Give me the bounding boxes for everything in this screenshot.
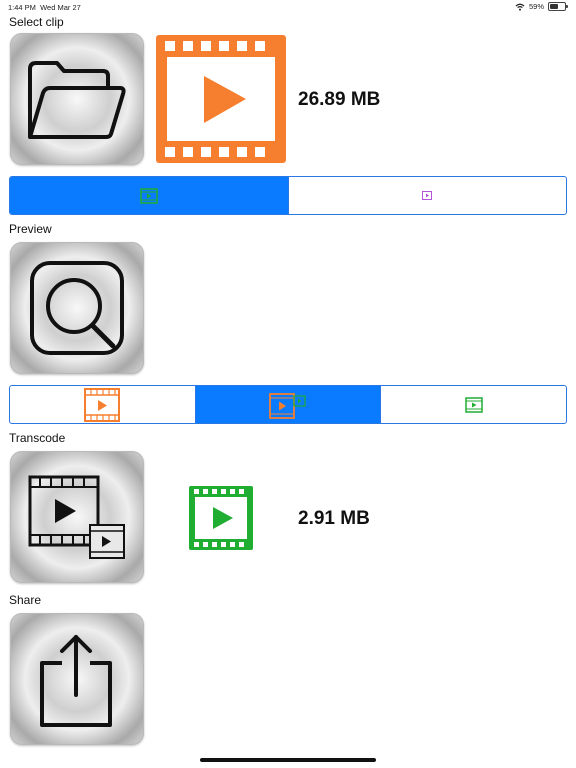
transcode-movie-icon <box>28 475 125 559</box>
movie-compare-icon <box>269 392 306 419</box>
status-right: 59% <box>515 2 568 11</box>
preview-label: Preview <box>9 222 52 236</box>
preview-mode-option-3[interactable] <box>381 386 566 423</box>
source-clip-icon <box>156 35 286 168</box>
source-file-size: 26.89 MB <box>298 89 381 110</box>
select-mode-segmented-control[interactable] <box>9 176 567 215</box>
status-time-date: 1:44 PM Wed Mar 27 <box>8 3 81 12</box>
select-mode-option-1[interactable] <box>10 177 289 214</box>
movie-icon-green <box>464 396 483 413</box>
select-clip-button[interactable] <box>10 33 144 165</box>
share-label: Share <box>9 593 42 607</box>
status-time: 1:44 PM <box>8 3 36 12</box>
preview-mode-option-2[interactable] <box>195 386 382 423</box>
search-icon <box>30 261 124 355</box>
transcoded-clip-icon <box>189 486 253 555</box>
movie-icon-green <box>140 187 158 204</box>
select-mode-option-2[interactable] <box>289 177 567 214</box>
battery-fill <box>550 4 558 9</box>
preview-button[interactable] <box>10 242 144 374</box>
transcode-button[interactable] <box>10 451 144 583</box>
preview-mode-option-1[interactable] <box>10 386 196 423</box>
battery-icon <box>548 2 568 11</box>
transcoded-file-size: 2.91 MB <box>298 508 370 529</box>
movie-icon-orange <box>84 387 121 422</box>
status-date: Wed Mar 27 <box>40 3 81 12</box>
movie-icon-purple <box>422 191 433 200</box>
home-indicator <box>200 758 376 762</box>
transcode-label: Transcode <box>9 431 66 445</box>
share-button[interactable] <box>10 613 144 745</box>
status-bar: 1:44 PM Wed Mar 27 59% <box>0 0 576 14</box>
preview-mode-segmented-control[interactable] <box>9 385 567 424</box>
folder-open-icon <box>28 61 126 139</box>
battery-percent: 59% <box>528 2 544 11</box>
select-clip-label: Select clip <box>9 15 64 29</box>
wifi-icon <box>515 3 525 11</box>
share-icon <box>40 635 112 727</box>
